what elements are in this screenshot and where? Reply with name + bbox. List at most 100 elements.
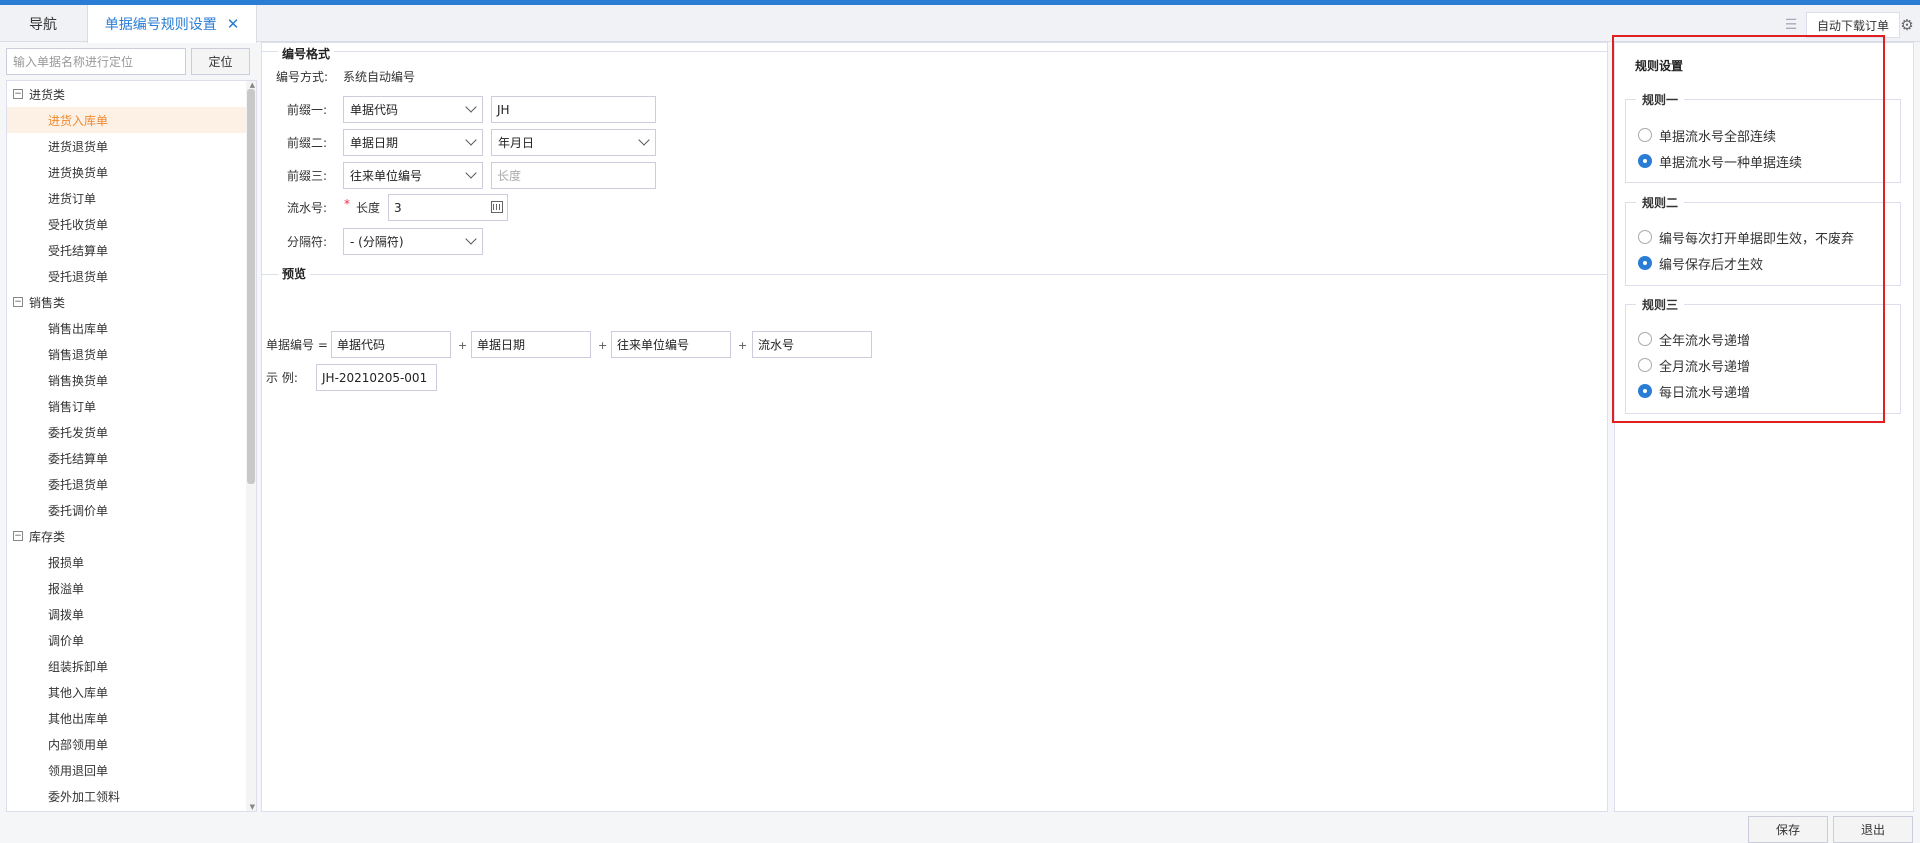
radio-label: 每日流水号递增 <box>1659 385 1751 401</box>
serial-length-input[interactable]: 3 <box>388 194 508 221</box>
collapse-icon[interactable]: − <box>13 297 23 307</box>
tree-item[interactable]: 组装拆卸单 <box>7 653 247 679</box>
separator-select-value: - (分隔符) <box>350 235 404 249</box>
radio-label: 单据流水号一种单据连续 <box>1659 155 1803 171</box>
rule1-option-all-continuous[interactable]: 单据流水号全部连续 <box>1638 125 1776 145</box>
gear-icon[interactable]: ⚙ <box>1896 12 1918 38</box>
tree-category[interactable]: − 销售类 <box>7 289 247 315</box>
serial-label: 流水号: <box>287 201 328 215</box>
tree-item[interactable]: 委托退货单 <box>7 471 247 497</box>
radio-button[interactable] <box>1638 128 1652 142</box>
prefix1-select[interactable]: 单据代码 <box>343 96 483 123</box>
tab-document-number-rules[interactable]: 单据编号规则设置 ✕ <box>87 5 257 43</box>
tree-item[interactable]: 进货退货单 <box>7 133 247 159</box>
preview-part-3: 往来单位编号 <box>611 331 731 358</box>
tree-item[interactable]: 委外加工领料 <box>7 783 247 809</box>
rule2-option-save-effective[interactable]: 编号保存后才生效 <box>1638 253 1763 273</box>
document-tree: − 进货类 进货入库单 进货退货单 进货换货单 进货订单 受托收货单 受托结算单 受托退货单 − 销… <box>6 80 257 812</box>
radio-button[interactable] <box>1638 358 1652 372</box>
sidebar: 输入单据名称进行定位 定位 − 进货类 进货入库单 进货退货单 进货换货单 进货订单 受托收… <box>0 42 260 812</box>
tree-item[interactable]: 受托结算单 <box>7 237 247 263</box>
prefix3-select-value: 往来单位编号 <box>350 169 423 183</box>
auto-download-orders-button[interactable]: 自动下载订单 <box>1806 12 1900 38</box>
tree-item[interactable]: 委托结算单 <box>7 445 247 471</box>
chevron-down-icon <box>465 233 477 245</box>
tree-item[interactable]: 销售换货单 <box>7 367 247 393</box>
scroll-down-icon[interactable]: ▼ <box>250 803 255 811</box>
tree-item[interactable]: 其他入库单 <box>7 679 247 705</box>
tree-item[interactable]: 销售退货单 <box>7 341 247 367</box>
rule-settings-title: 规则设置 <box>1635 59 1684 73</box>
date-format-value: 年月日 <box>498 136 535 150</box>
radio-button[interactable] <box>1638 332 1652 346</box>
rule3-option-daily[interactable]: 每日流水号递增 <box>1638 381 1750 401</box>
tree-item[interactable]: 受托退货单 <box>7 263 247 289</box>
serial-length-label: 长度 <box>356 201 381 215</box>
radio-button[interactable] <box>1638 384 1652 398</box>
radio-button[interactable] <box>1638 230 1652 244</box>
rule3-option-yearly[interactable]: 全年流水号递增 <box>1638 329 1750 349</box>
date-format-select[interactable]: 年月日 <box>491 129 656 156</box>
radio-button[interactable] <box>1638 256 1652 270</box>
tree-item[interactable]: 销售出库单 <box>7 315 247 341</box>
prefix2-select[interactable]: 单据日期 <box>343 129 483 156</box>
radio-label: 编号每次打开单据即生效，不废弃 <box>1659 231 1855 247</box>
tree-item[interactable]: 报溢单 <box>7 575 247 601</box>
prefix2-select-value: 单据日期 <box>350 136 399 150</box>
tree-item[interactable]: 调价单 <box>7 627 247 653</box>
close-icon[interactable]: ✕ <box>227 15 240 33</box>
list-icon[interactable]: ☰ <box>1778 12 1804 38</box>
tree-item[interactable]: 调拨单 <box>7 601 247 627</box>
tree-item[interactable]: 领用退回单 <box>7 757 247 783</box>
save-button[interactable]: 保存 <box>1748 816 1828 843</box>
rule1-option-per-type-continuous[interactable]: 单据流水号一种单据连续 <box>1638 151 1802 171</box>
calculator-icon[interactable] <box>491 201 503 213</box>
tree-item[interactable]: 报损单 <box>7 549 247 575</box>
tree-category[interactable]: − 进货类 <box>7 81 247 107</box>
required-mark: * <box>344 196 350 211</box>
search-input[interactable]: 输入单据名称进行定位 <box>6 48 186 75</box>
rule-group-2: 规则二 编号每次打开单据即生效，不废弃 编号保存后才生效 <box>1625 194 1901 286</box>
tree-category[interactable]: − 库存类 <box>7 523 247 549</box>
scrollbar-thumb[interactable] <box>247 89 255 484</box>
prefix3-select[interactable]: 往来单位编号 <box>343 162 483 189</box>
prefix1-input[interactable]: JH <box>491 96 656 123</box>
scroll-up-icon[interactable]: ▲ <box>250 81 255 89</box>
rule3-option-monthly[interactable]: 全月流水号递增 <box>1638 355 1750 375</box>
tree-item[interactable]: 委托调价单 <box>7 497 247 523</box>
main-panel: 编号格式 编号方式: 系统自动编号 前缀一: 单据代码 JH 前缀二: 单据日期… <box>261 42 1608 812</box>
radio-label: 编号保存后才生效 <box>1659 257 1764 273</box>
tab-label: 单据编号规则设置 <box>104 17 217 33</box>
example-value: JH-20210205-001 <box>316 364 437 391</box>
scrollbar[interactable]: ▲ ▼ <box>246 81 256 811</box>
tab-navigation[interactable]: 导航 <box>0 5 86 42</box>
tree-item[interactable]: 内部领用单 <box>7 731 247 757</box>
rule-group-1: 规则一 单据流水号全部连续 单据流水号一种单据连续 <box>1625 91 1901 183</box>
chevron-down-icon <box>465 101 477 113</box>
tree-item[interactable]: 进货订单 <box>7 185 247 211</box>
tree-item[interactable]: 进货入库单 <box>7 107 247 133</box>
collapse-icon[interactable]: − <box>13 89 23 99</box>
tree-item[interactable]: 销售订单 <box>7 393 247 419</box>
radio-button[interactable] <box>1638 154 1652 168</box>
rule2-option-open-effective[interactable]: 编号每次打开单据即生效，不废弃 <box>1638 227 1854 247</box>
prefix3-length-input[interactable]: 长度 <box>491 162 656 189</box>
plus-sign: + <box>458 339 468 352</box>
preview-part-2: 单据日期 <box>471 331 591 358</box>
exit-button[interactable]: 退出 <box>1833 816 1913 843</box>
method-value: 系统自动编号 <box>343 70 416 84</box>
separator-select[interactable]: - (分隔符) <box>343 228 483 255</box>
rule-group-legend: 规则一 <box>1636 91 1685 108</box>
tree-item[interactable]: 其他出库单 <box>7 705 247 731</box>
prefix2-label: 前缀二: <box>287 136 328 150</box>
format-divider <box>262 51 1607 52</box>
tree-item[interactable]: 委托发货单 <box>7 419 247 445</box>
tree-category-label: 销售类 <box>29 295 66 310</box>
preview-divider <box>262 274 1607 275</box>
chevron-down-icon <box>465 134 477 146</box>
locate-button[interactable]: 定位 <box>191 48 250 75</box>
plus-sign: + <box>738 339 748 352</box>
tree-item[interactable]: 受托收货单 <box>7 211 247 237</box>
collapse-icon[interactable]: − <box>13 531 23 541</box>
tree-item[interactable]: 进货换货单 <box>7 159 247 185</box>
